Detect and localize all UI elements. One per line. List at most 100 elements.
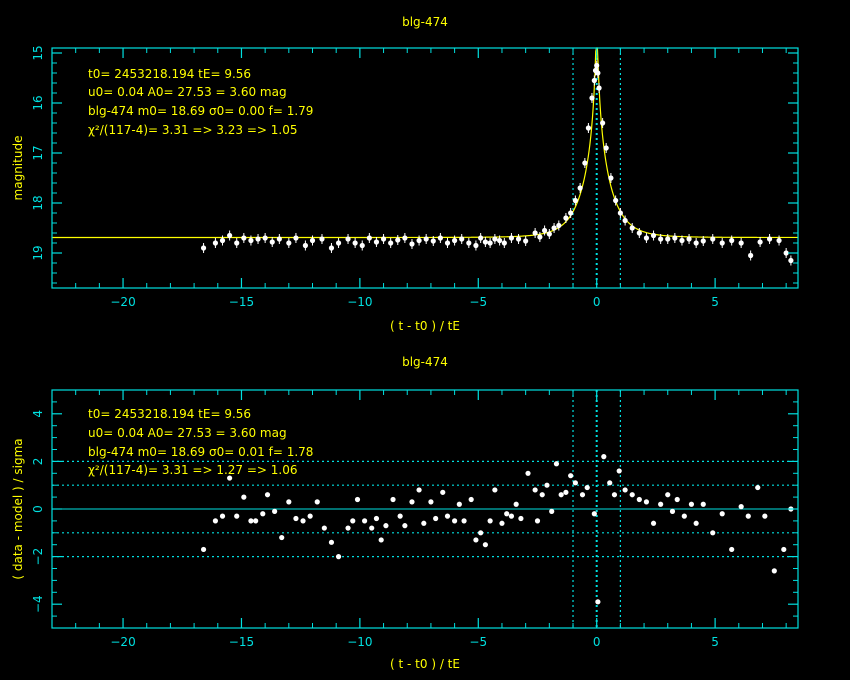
top-point-82: [719, 240, 725, 246]
top-point-80: [700, 238, 706, 244]
top-point-75: [665, 236, 671, 242]
residuals-panel: blg-474 −20 −15 −10 −5 0 5−4−2024 t0= 2453218…: [11, 355, 799, 671]
bottom-point-12: [286, 499, 292, 505]
top-point-53: [568, 210, 574, 216]
bottom-point-62: [572, 480, 578, 486]
bottom-point-58: [553, 461, 560, 467]
top-point-14: [309, 237, 316, 244]
bottom-point-25: [373, 515, 380, 522]
top-annotation-line-4: χ²/(117-4)= 3.31 => 3.23 => 1.05: [88, 123, 298, 137]
bottom-point-55: [539, 492, 545, 498]
top-point-22: [373, 239, 380, 245]
top-plot-frame: [51, 47, 799, 289]
top-chart-title: blg-474: [402, 15, 448, 29]
bottom-xtick-label-4: 0: [593, 635, 601, 649]
bottom-point-85: [719, 511, 725, 517]
top-point-66: [608, 175, 614, 181]
bottom-point-66: [595, 599, 601, 605]
bottom-point-40: [461, 518, 467, 524]
bottom-point-90: [762, 513, 768, 519]
top-point-11: [286, 240, 292, 246]
bottom-point-65: [591, 511, 597, 517]
top-point-78: [686, 236, 692, 242]
bottom-point-64: [584, 484, 590, 491]
bottom-point-68: [607, 480, 613, 486]
bottom-point-38: [452, 518, 458, 524]
top-point-3: [227, 232, 233, 239]
bottom-point-72: [629, 492, 635, 498]
bottom-point-1: [212, 518, 219, 524]
top-point-41: [497, 237, 503, 244]
top-point-50: [551, 225, 557, 231]
bottom-point-19: [335, 554, 342, 560]
bottom-point-53: [532, 487, 538, 493]
top-annotation-line-1: t0= 2453218.194 tE= 9.56: [88, 67, 251, 81]
bottom-point-75: [650, 520, 657, 526]
bottom-point-84: [710, 530, 716, 536]
magnitude-panel: blg-474 −20 −15 −10 −5 0 5 15 16 17 18 19 t0= 2453…: [11, 15, 799, 333]
top-point-16: [328, 245, 335, 251]
bottom-point-24: [369, 525, 375, 531]
top-ytick-label-0: 15: [31, 45, 45, 60]
bottom-point-70: [616, 468, 622, 474]
top-point-19: [352, 240, 358, 246]
bottom-point-87: [738, 504, 744, 510]
top-point-18: [345, 236, 351, 242]
bottom-chart-title: blg-474: [402, 355, 448, 369]
top-xtick-label-4: 0: [593, 295, 601, 309]
top-point-31: [437, 235, 443, 241]
top-point-13: [302, 242, 309, 249]
top-xtick-label-2: −10: [347, 295, 372, 309]
top-point-30: [430, 238, 436, 244]
bottom-point-44: [482, 542, 488, 548]
top-point-90: [788, 257, 794, 264]
top-point-46: [532, 230, 538, 236]
top-point-24: [388, 240, 394, 246]
bottom-point-11: [279, 534, 285, 541]
bottom-point-49: [508, 513, 515, 519]
bottom-point-34: [428, 499, 434, 505]
top-point-8: [262, 235, 268, 241]
top-point-21: [366, 235, 372, 241]
bottom-point-82: [693, 520, 699, 526]
bottom-point-54: [534, 518, 541, 524]
top-annotations: t0= 2453218.194 tE= 9.56 u0= 0.04 A0= 27…: [88, 67, 313, 137]
top-point-9: [269, 239, 275, 245]
bottom-point-91: [771, 568, 777, 574]
bottom-point-46: [492, 487, 498, 493]
top-point-20: [359, 242, 365, 249]
top-point-69: [622, 217, 628, 224]
top-point-55: [577, 185, 583, 191]
top-point-33: [452, 237, 458, 244]
bottom-point-27: [383, 523, 389, 529]
bottom-point-92: [781, 546, 787, 553]
top-point-26: [402, 235, 408, 241]
top-point-61: [594, 62, 600, 69]
bottom-point-56: [544, 482, 550, 488]
bottom-point-43: [478, 530, 484, 536]
bottom-point-26: [378, 537, 384, 543]
bottom-point-22: [354, 496, 361, 503]
top-point-43: [508, 235, 515, 241]
bottom-point-60: [563, 489, 569, 495]
lightcurve-figure: blg-474 −20 −15 −10 −5 0 51516171819 t0= 2453…: [11, 15, 799, 671]
top-point-10: [276, 236, 282, 242]
top-point-72: [643, 235, 650, 241]
top-point-17: [335, 240, 342, 246]
bottom-point-15: [307, 513, 313, 519]
top-point-86: [757, 239, 763, 245]
bottom-point-69: [611, 492, 618, 498]
bottom-point-0: [200, 546, 207, 553]
bottom-point-88: [745, 513, 751, 519]
bottom-point-14: [300, 518, 306, 524]
top-point-45: [523, 238, 529, 244]
top-point-25: [395, 237, 401, 243]
bottom-ytick-label-2: 0: [31, 505, 45, 513]
bottom-point-28: [390, 496, 396, 503]
bottom-point-81: [688, 501, 695, 507]
bottom-point-74: [643, 499, 650, 505]
bottom-annotations: t0= 2453218.194 tE= 9.56 u0= 0.04 A0= 27…: [88, 407, 313, 477]
bottom-point-78: [669, 508, 676, 514]
top-ytick-label-2: 17: [31, 145, 45, 160]
top-point-49: [546, 231, 552, 237]
